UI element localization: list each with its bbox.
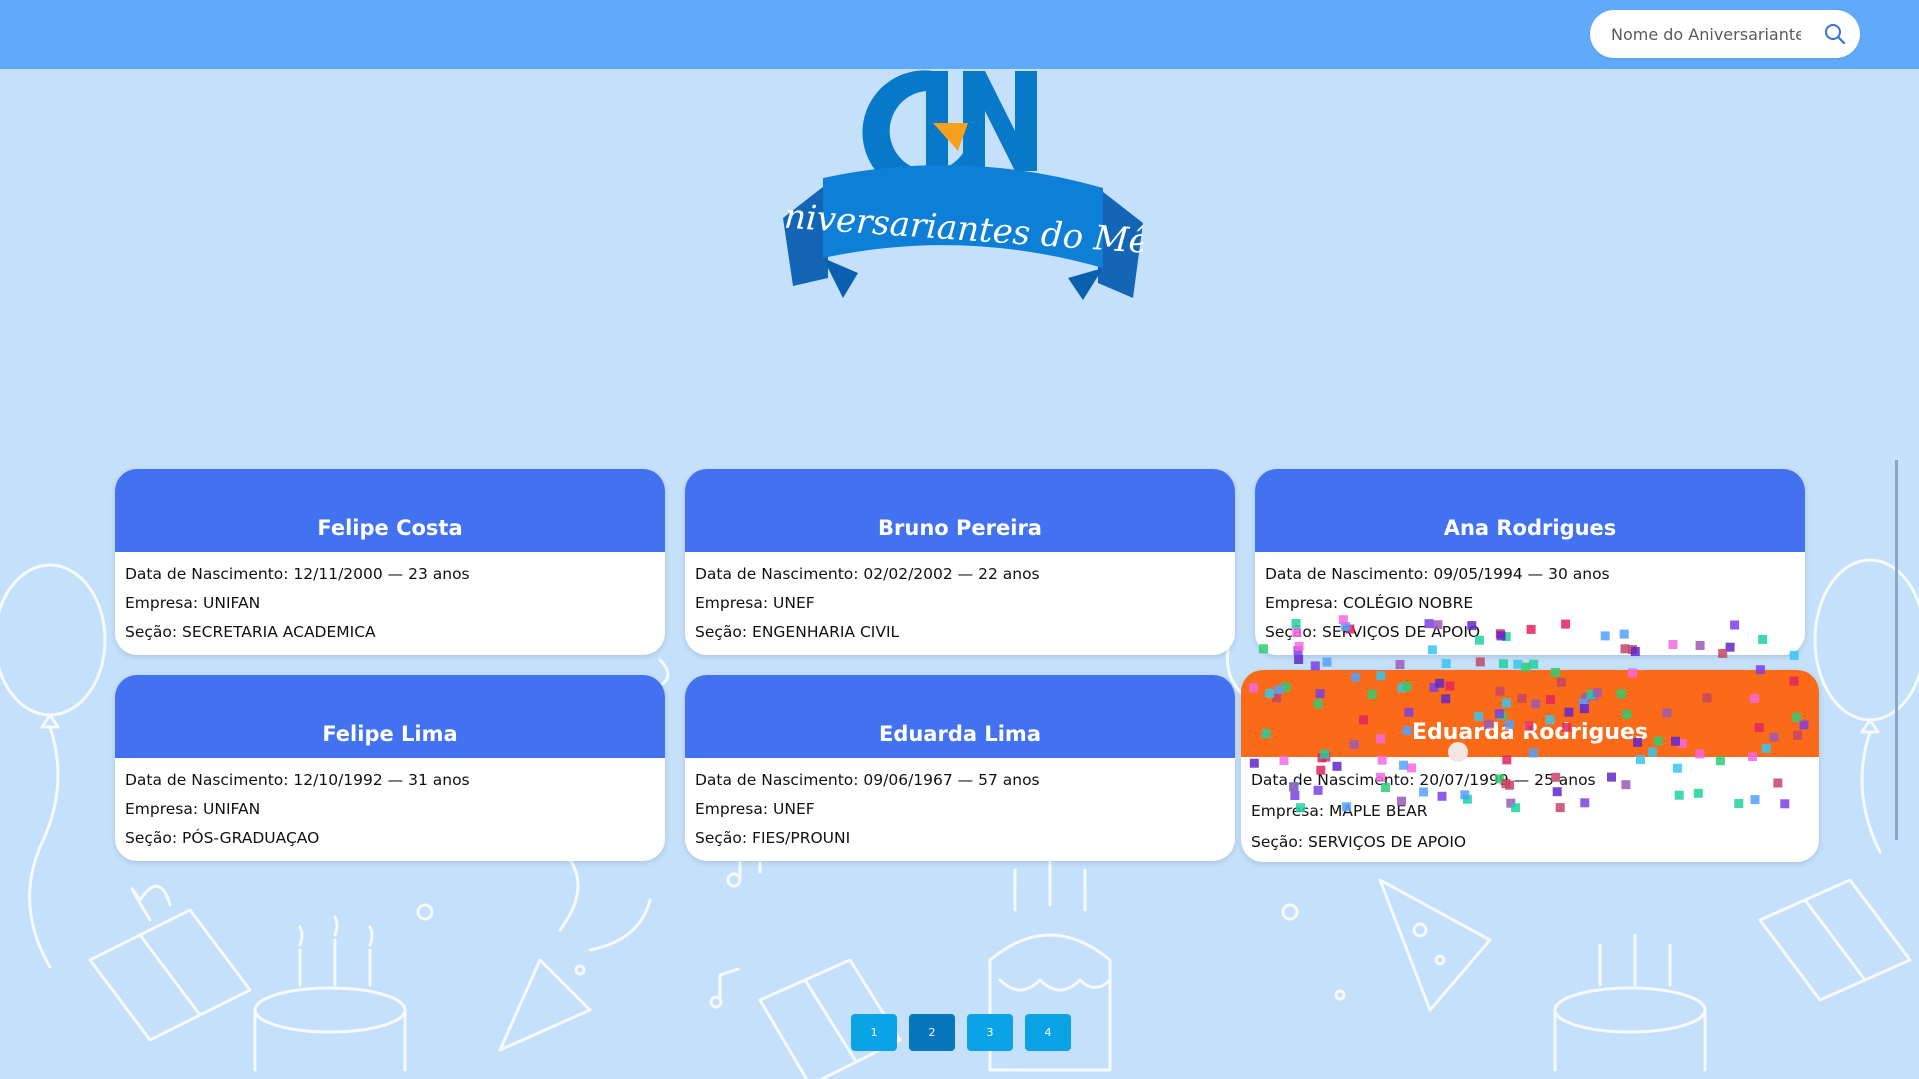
scrollbar[interactable] <box>1895 460 1898 840</box>
birthday-card[interactable]: Felipe Costa Data de Nascimento: 12/11/2… <box>115 469 665 655</box>
card-company: Empresa: COLÉGIO NOBRE <box>1265 594 1474 612</box>
birthday-card[interactable]: Eduarda Lima Data de Nascimento: 09/06/1… <box>685 675 1235 861</box>
card-name: Ana Rodrigues <box>1255 469 1805 552</box>
card-birth-date: Data de Nascimento: 12/11/2000 — 23 anos <box>125 565 470 583</box>
birthday-cards-grid: Felipe Costa Data de Nascimento: 12/11/2… <box>0 0 1919 1079</box>
card-birth-date: Data de Nascimento: 12/10/1992 — 31 anos <box>125 771 470 789</box>
page-button-4[interactable]: 4 <box>1025 1014 1071 1051</box>
card-name: Eduarda Lima <box>685 675 1235 758</box>
card-section: Seção: SERVIÇOS DE APOIO <box>1251 833 1467 851</box>
card-birth-date: Data de Nascimento: 20/07/1999 — 25 anos <box>1251 771 1596 789</box>
page-button-2[interactable]: 2 <box>909 1014 955 1051</box>
page-button-3[interactable]: 3 <box>967 1014 1013 1051</box>
card-birth-date: Data de Nascimento: 02/02/2002 — 22 anos <box>695 565 1040 583</box>
card-company: Empresa: MAPLE BEAR <box>1251 802 1428 820</box>
card-section: Seção: ENGENHARIA CIVIL <box>695 623 900 641</box>
birthday-card[interactable]: Felipe Lima Data de Nascimento: 12/10/19… <box>115 675 665 861</box>
card-company: Empresa: UNEF <box>695 800 815 818</box>
card-birth-date: Data de Nascimento: 09/05/1994 — 30 anos <box>1265 565 1610 583</box>
birthday-card[interactable]: Ana Rodrigues Data de Nascimento: 09/05/… <box>1255 469 1805 655</box>
card-section: Seção: SECRETARIA ACADEMICA <box>125 623 376 641</box>
card-name: Felipe Costa <box>115 469 665 552</box>
page-button-1[interactable]: 1 <box>851 1014 897 1051</box>
card-section: Seção: SERVIÇOS DE APOIO <box>1265 623 1481 641</box>
card-company: Empresa: UNEF <box>695 594 815 612</box>
birthday-card[interactable]: Bruno Pereira Data de Nascimento: 02/02/… <box>685 469 1235 655</box>
card-name: Felipe Lima <box>115 675 665 758</box>
card-section: Seção: PÓS-GRADUAÇAO <box>125 829 320 847</box>
pagination: 1 2 3 4 <box>851 1014 1071 1051</box>
card-name: Eduarda Rodrigues <box>1241 670 1819 757</box>
card-name: Bruno Pereira <box>685 469 1235 552</box>
card-company: Empresa: UNIFAN <box>125 800 261 818</box>
card-birth-date: Data de Nascimento: 09/06/1967 — 57 anos <box>695 771 1040 789</box>
birthday-card-highlighted[interactable]: Eduarda Rodrigues Data de Nascimento: 20… <box>1241 670 1819 862</box>
card-company: Empresa: UNIFAN <box>125 594 261 612</box>
card-section: Seção: FIES/PROUNI <box>695 829 851 847</box>
